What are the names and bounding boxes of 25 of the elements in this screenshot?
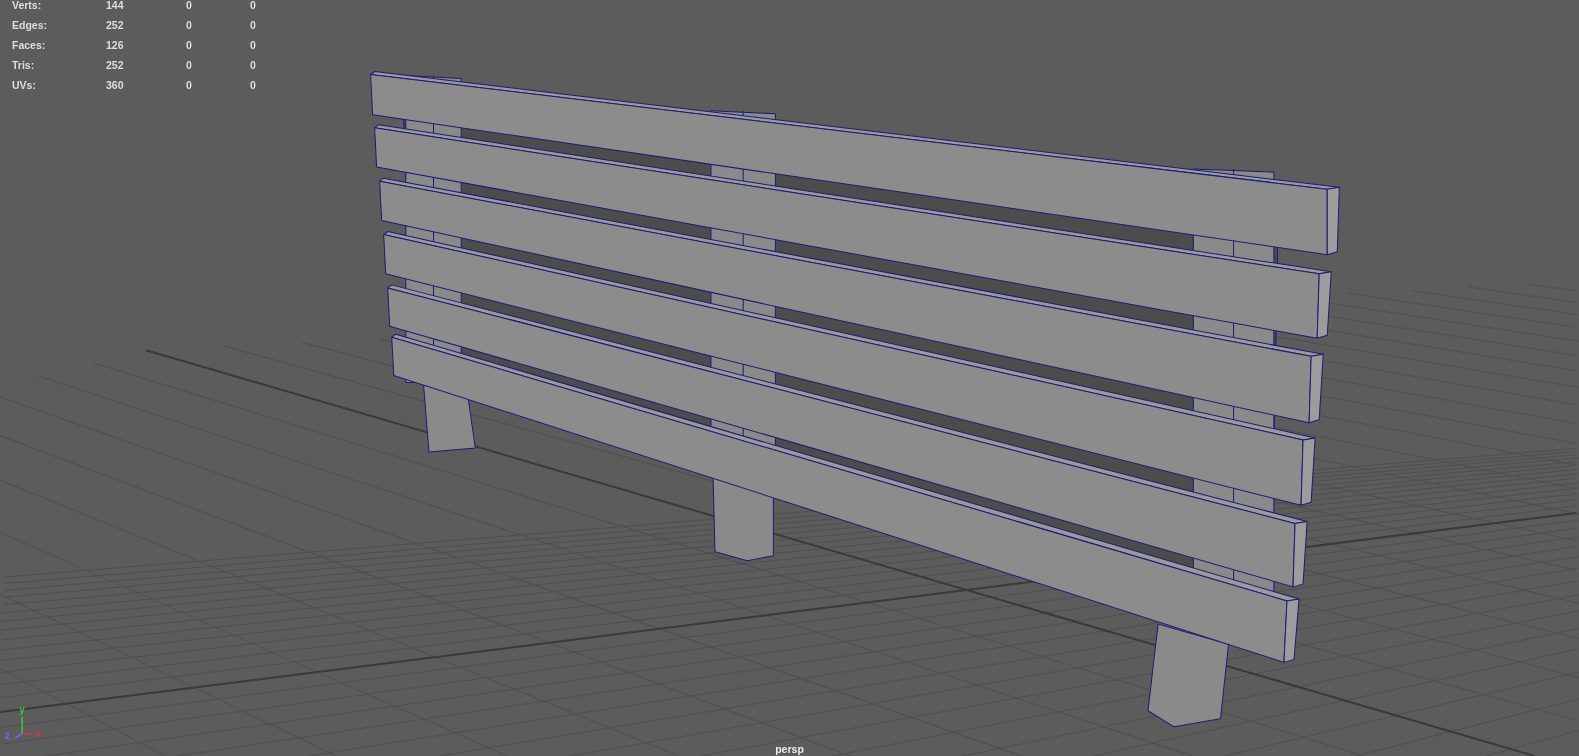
- axis-label: z: [5, 729, 11, 741]
- stat-value: 0: [186, 0, 193, 13]
- axis-label: y: [19, 703, 25, 715]
- stat-value: 0: [250, 0, 257, 13]
- camera-name: persp: [775, 743, 804, 755]
- stat-value: 0: [250, 77, 257, 93]
- stat-value: 0: [250, 37, 257, 53]
- stat-value: 252: [106, 57, 125, 73]
- stat-value: 0: [250, 57, 257, 73]
- stat-value: 360: [106, 77, 125, 93]
- axis-label: x: [35, 727, 41, 739]
- stat-value: 0: [186, 57, 193, 73]
- stat-label: Faces:: [12, 37, 47, 53]
- stat-value: 0: [250, 17, 257, 33]
- axis-gizmo-icon: [14, 716, 33, 739]
- stat-value: 0: [186, 37, 193, 53]
- stat-value: 252: [106, 17, 125, 33]
- stat-value: 0: [186, 17, 193, 33]
- stat-value: 126: [106, 37, 125, 53]
- stat-label: Edges:: [12, 17, 48, 33]
- stat-value: 144: [106, 0, 125, 13]
- stat-label: Verts:: [12, 0, 43, 13]
- stat-label: Tris:: [12, 57, 36, 73]
- stat-label: UVs:: [12, 77, 37, 93]
- stat-value: 0: [186, 77, 193, 93]
